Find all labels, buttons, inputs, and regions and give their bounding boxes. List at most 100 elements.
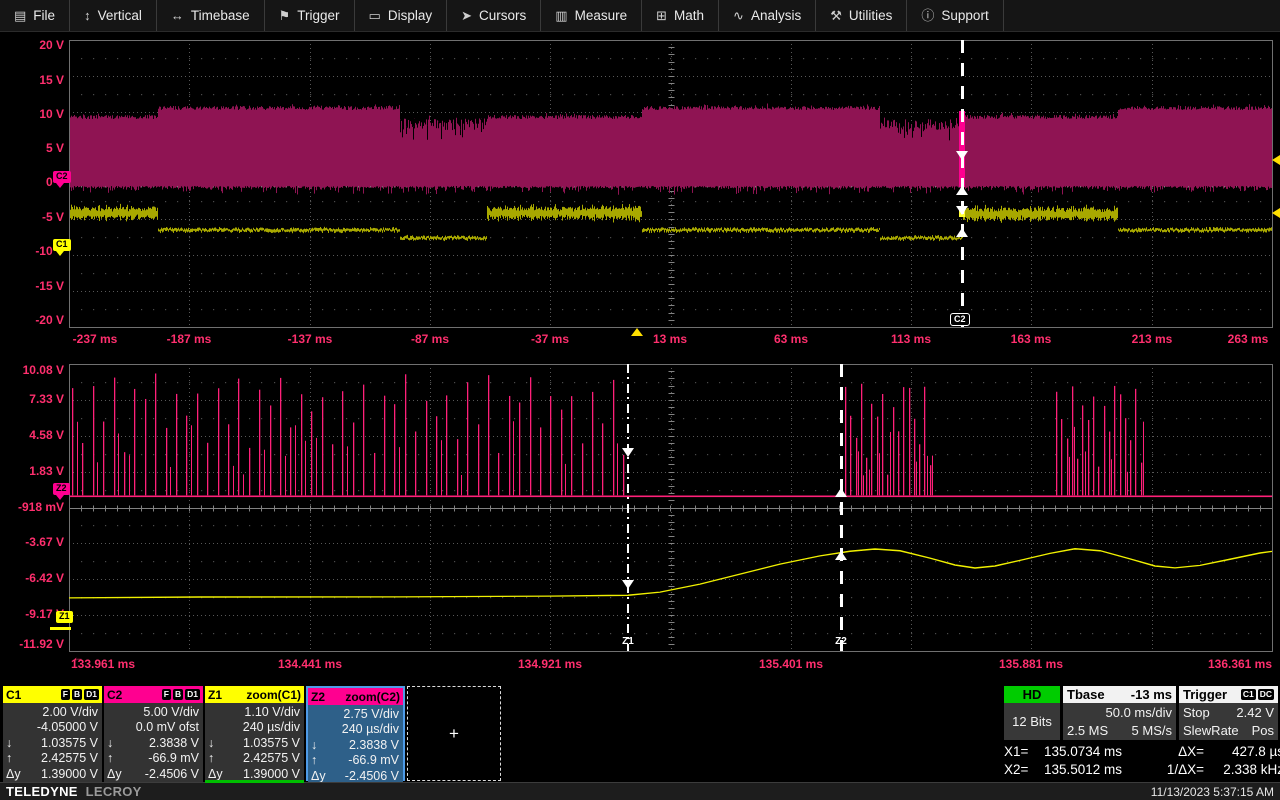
- x2-marker-arrow: [835, 488, 847, 497]
- main-x-tick-label: -187 ms: [166, 332, 212, 346]
- zoom-graph-canvas[interactable]: [69, 364, 1273, 652]
- x2-value: 135.5012 ms: [1044, 762, 1123, 777]
- plus-icon: +: [449, 723, 459, 743]
- menu-display[interactable]: ▭ Display: [355, 0, 448, 31]
- x1-value: 135.0734 ms: [1044, 744, 1123, 759]
- cursor-low-icon: ↓: [107, 735, 114, 750]
- pan-left-arrow[interactable]: ←: [72, 650, 84, 664]
- menu-utilities[interactable]: ⚒ Utilities: [816, 0, 908, 31]
- zoom-y-tick-label: -9.17 V: [25, 607, 64, 621]
- delta-y-icon: Δy: [208, 766, 223, 781]
- file-icon: ▤: [14, 8, 27, 23]
- badge-b: B: [71, 689, 83, 700]
- cursors-icon: ➤: [461, 8, 473, 23]
- x1-marker-arrow: [622, 580, 634, 589]
- z2-level-chip[interactable]: Z2: [53, 483, 70, 495]
- menu-trigger[interactable]: ⚑ Trigger: [265, 0, 355, 31]
- menu-label: Math: [674, 8, 705, 23]
- trace-title: Z2: [311, 689, 326, 704]
- trigger-level-lower-arrow[interactable]: [1272, 208, 1280, 218]
- menu-label: File: [33, 8, 56, 23]
- menu-math[interactable]: ⊞ Math: [642, 0, 720, 31]
- menu-label: Display: [387, 8, 433, 23]
- menu-file[interactable]: ▤ File: [0, 0, 71, 31]
- zoom-x-tick-label: 136.361 ms: [1207, 657, 1273, 671]
- timebase-icon: ↔: [170, 8, 184, 23]
- trace-descriptor-z2[interactable]: Z2 zoom(C2) 2.75 V/div 240 µs/div ↓ 2.383…: [306, 686, 405, 784]
- menu-label: Cursors: [479, 8, 527, 23]
- offset-value: -4.05000 V: [36, 720, 98, 735]
- main-graph-canvas[interactable]: [69, 40, 1273, 328]
- main-y-tick-label: -20 V: [35, 313, 64, 327]
- status-bar: TELEDYNE LECROY 11/13/2023 5:37:15 AM: [0, 782, 1280, 800]
- cursor-marker-arrow: [956, 186, 968, 195]
- main-y-tick-label: -5 V: [41, 210, 64, 224]
- menu-timebase[interactable]: ↔ Timebase: [157, 0, 265, 31]
- trace-descriptor-z1[interactable]: Z1 zoom(C1) 1.10 V/div 240 µs/div ↓ 1.035…: [205, 686, 304, 782]
- sample-count: 2.5 MS: [1067, 722, 1109, 738]
- time-per-div: 240 µs/div: [341, 722, 399, 737]
- trigger-time-marker[interactable]: [631, 328, 643, 336]
- dx-label: ΔX=: [1178, 744, 1204, 759]
- main-cursor-line[interactable]: [961, 40, 964, 327]
- z1-level-bar: [50, 627, 71, 630]
- trigger-coupling-badge: DC: [1257, 689, 1274, 700]
- volts-per-div: 1.10 V/div: [244, 704, 300, 719]
- zoom-y-tick-label: -3.67 V: [25, 535, 64, 549]
- main-x-tick-label: 13 ms: [652, 332, 688, 346]
- menu-vertical[interactable]: ↕ Vertical: [70, 0, 157, 31]
- x2-cursor-line[interactable]: [840, 364, 843, 651]
- volts-per-div: 5.00 V/div: [143, 704, 199, 719]
- cursor-low-value: 1.03575 V: [243, 735, 300, 750]
- c2-level-chip[interactable]: C2: [53, 171, 71, 183]
- analysis-icon: ∿: [733, 8, 744, 23]
- volts-per-div: 2.75 V/div: [343, 706, 399, 721]
- main-x-tick-label: 163 ms: [1010, 332, 1052, 346]
- menu-measure[interactable]: ▥ Measure: [541, 0, 643, 31]
- delta-y-icon: Δy: [107, 766, 122, 781]
- cursor-high-value: 2.42575 V: [243, 751, 300, 766]
- zoom-x-tick-label: 134.921 ms: [517, 657, 583, 671]
- trigger-level-upper-arrow[interactable]: [1272, 155, 1280, 165]
- zoom-y-tick-label: 4.58 V: [29, 428, 64, 442]
- trace-descriptor-c2[interactable]: C2 F B D1 5.00 V/div 0.0 mV ofst ↓ 2.3838…: [104, 686, 203, 782]
- cursor-high-icon: ↑: [208, 751, 215, 766]
- zoom-source-label: zoom(C2): [345, 689, 400, 704]
- menu-label: Support: [941, 8, 989, 23]
- main-x-tick-label: 213 ms: [1131, 332, 1173, 346]
- menu-analysis[interactable]: ∿ Analysis: [719, 0, 817, 31]
- trigger-box[interactable]: Trigger C1 DC Stop 2.42 V SlewRate Pos: [1179, 686, 1278, 740]
- hd-mode-label: HD: [1004, 686, 1060, 703]
- menu-cursors[interactable]: ➤ Cursors: [447, 0, 542, 31]
- measure-icon: ▥: [555, 8, 568, 23]
- z1-level-chip[interactable]: Z1: [56, 611, 73, 623]
- zoom-y-tick-label: 1.83 V: [29, 464, 64, 478]
- main-x-tick-label: -87 ms: [410, 332, 450, 346]
- menu-label: Timebase: [190, 8, 250, 23]
- timebase-box[interactable]: Tbase -13 ms 50.0 ms/div 2.5 MS 5 MS/s: [1063, 686, 1176, 740]
- cursor-readout-line2: X2= 135.5012 ms 1/ΔX= 2.338 kHz: [1004, 762, 1280, 777]
- trigger-title: Trigger: [1183, 687, 1228, 702]
- c1-level-chip[interactable]: C1: [53, 239, 71, 251]
- delta-y-value: -2.4506 V: [144, 766, 199, 781]
- zoom-x-tick-label: 135.881 ms: [998, 657, 1064, 671]
- trace-descriptor-c1[interactable]: C1 F B D1 2.00 V/div -4.05000 V ↓ 1.03575…: [3, 686, 102, 782]
- inv-dx-label: 1/ΔX=: [1166, 762, 1204, 777]
- cursor-high-value: -66.9 mV: [148, 751, 199, 766]
- menu-support[interactable]: ⓘ Support: [907, 0, 1004, 31]
- zoom-y-tick-label: -11.92 V: [19, 637, 64, 651]
- badge-d1: D1: [84, 689, 99, 700]
- x1-marker-arrow: [622, 448, 634, 457]
- add-trace-button[interactable]: +: [407, 686, 501, 781]
- trigger-source-badge: C1: [1240, 689, 1256, 700]
- x1-label: X1=: [1004, 744, 1029, 759]
- trigger-icon: ⚑: [278, 8, 291, 23]
- acquisition-mode-box[interactable]: HD 12 Bits: [1004, 686, 1060, 740]
- menu-label: Vertical: [97, 8, 142, 23]
- zoom-source-label: zoom(C1): [246, 687, 301, 702]
- display-icon: ▭: [368, 8, 381, 23]
- badge-f: F: [60, 689, 70, 700]
- main-x-tick-label: -137 ms: [287, 332, 333, 346]
- x1-cursor-line[interactable]: [627, 364, 629, 651]
- bit-depth-label: 12 Bits: [1012, 713, 1052, 729]
